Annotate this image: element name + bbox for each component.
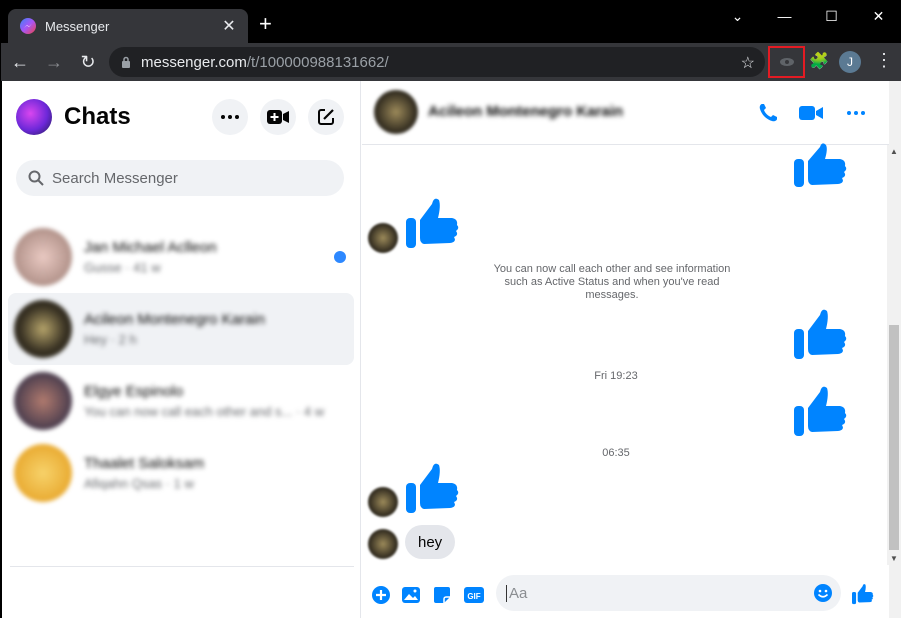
sent-like-icon xyxy=(794,309,847,359)
image-attach-icon[interactable] xyxy=(401,585,421,605)
chat-avatar xyxy=(14,300,72,358)
contact-avatar[interactable] xyxy=(374,90,418,134)
messenger-favicon-icon xyxy=(20,18,36,34)
chat-name: Thaalet Saloksam xyxy=(84,455,205,472)
new-message-button[interactable] xyxy=(308,99,344,135)
gif-icon[interactable]: GIF xyxy=(463,585,485,605)
reload-button[interactable]: ↻ xyxy=(73,47,103,77)
sent-like-icon xyxy=(794,143,847,187)
chat-list-item[interactable]: Acileon Montenegro Karain Hey · 2 h xyxy=(8,293,354,365)
conversation-panel: Acileon Montenegro Karain ▲ ▼ You can no… xyxy=(362,81,901,618)
lock-icon xyxy=(122,56,130,68)
video-call-icon[interactable] xyxy=(798,101,824,125)
received-like-icon xyxy=(406,198,459,248)
add-plus-icon[interactable] xyxy=(371,585,391,605)
chat-list-item[interactable]: Elgye Espinolo You can now call each oth… xyxy=(8,365,354,437)
scroll-up-arrow-icon[interactable]: ▲ xyxy=(890,147,898,156)
contact-name[interactable]: Acileon Montenegro Karain xyxy=(428,103,623,120)
chat-list-item[interactable]: Jan Michael Aclleon Gusse · 41 w xyxy=(8,221,354,293)
contact-message-avatar xyxy=(368,223,398,253)
search-icon xyxy=(28,170,44,186)
scrollbar-thumb[interactable] xyxy=(889,325,899,550)
more-dots-icon xyxy=(221,115,239,119)
search-input[interactable] xyxy=(52,169,312,187)
browser-toolbar: ← → ↻ messenger.com/t/100000988131662/ ☆ xyxy=(1,43,901,81)
sidebar-header: Chats xyxy=(16,99,131,135)
window-controls: ⌄ — ☐ ✕ xyxy=(714,1,901,31)
close-tab-icon[interactable]: ✕ xyxy=(220,16,238,36)
chat-name: Jan Michael Aclleon xyxy=(84,239,217,256)
eye-slash-icon xyxy=(779,58,794,66)
chat-sidebar: Chats Jan Michael Aclleon Gusse · 41 w xyxy=(2,81,361,618)
message-input[interactable] xyxy=(506,584,806,602)
emoji-icon[interactable] xyxy=(813,583,833,603)
sidebar-divider xyxy=(10,566,354,567)
contact-message-avatar xyxy=(368,529,398,559)
bookmark-star-icon[interactable]: ☆ xyxy=(741,53,755,73)
browser-menu-icon[interactable]: ⋮ xyxy=(875,51,893,69)
url-host: messenger.com xyxy=(141,53,247,71)
chat-preview: You can now call each other and s... · 4… xyxy=(84,404,325,419)
send-like-button[interactable] xyxy=(852,583,874,605)
url-path: /t/100000988131662/ xyxy=(246,53,389,71)
chat-preview: Gusse · 41 w xyxy=(84,260,161,275)
conversation-header: Acileon Montenegro Karain xyxy=(362,81,889,145)
phone-call-icon[interactable] xyxy=(756,101,780,125)
chat-avatar xyxy=(14,372,72,430)
back-button[interactable]: ← xyxy=(5,47,35,77)
compose-icon xyxy=(318,109,334,125)
received-message-bubble[interactable]: hey xyxy=(405,525,456,559)
messages-scrollbar[interactable]: ▲ ▼ xyxy=(887,145,901,565)
sticker-icon[interactable] xyxy=(432,585,452,605)
chat-preview: Hey · 2 h xyxy=(84,332,137,347)
new-tab-button[interactable]: + xyxy=(259,13,272,35)
tab-search-icon[interactable]: ⌄ xyxy=(714,1,761,31)
video-plus-icon xyxy=(267,110,289,124)
profile-avatar[interactable]: J xyxy=(839,51,861,73)
chats-title: Chats xyxy=(64,103,131,130)
conversation-info-icon[interactable] xyxy=(844,101,868,125)
scroll-down-arrow-icon[interactable]: ▼ xyxy=(890,554,898,563)
timestamp: Fri 19:23 xyxy=(594,370,638,382)
unread-dot xyxy=(334,251,346,263)
search-field[interactable] xyxy=(16,160,344,196)
chat-name: Elgye Espinolo xyxy=(84,383,184,400)
timestamp: 06:35 xyxy=(602,447,630,459)
new-room-button[interactable] xyxy=(260,99,296,135)
chat-preview: Afiqahn Qsas · 1 w xyxy=(84,476,194,491)
browser-tab[interactable]: Messenger ✕ xyxy=(8,9,248,43)
svg-text:GIF: GIF xyxy=(467,592,480,601)
extensions-puzzle-icon[interactable]: 🧩 xyxy=(809,51,829,71)
close-window-button[interactable]: ✕ xyxy=(855,1,901,31)
chat-avatar xyxy=(14,228,72,286)
my-avatar[interactable] xyxy=(16,99,52,135)
tab-strip: Messenger ✕ + ⌄ — ☐ ✕ xyxy=(1,1,901,43)
extension-eye-button[interactable] xyxy=(768,46,805,78)
browser-window: Messenger ✕ + ⌄ — ☐ ✕ ← → ↻ messenger.co… xyxy=(0,0,901,618)
options-button[interactable] xyxy=(212,99,248,135)
maximize-button[interactable]: ☐ xyxy=(808,1,855,31)
received-like-icon xyxy=(406,463,459,513)
chat-list-item[interactable]: Thaalet Saloksam Afiqahn Qsas · 1 w xyxy=(8,437,354,509)
address-bar[interactable]: messenger.com/t/100000988131662/ ☆ xyxy=(109,47,765,77)
forward-button[interactable]: → xyxy=(39,47,69,77)
system-message: You can now call each other and see info… xyxy=(493,263,731,301)
chat-avatar xyxy=(14,444,72,502)
message-input-field[interactable] xyxy=(496,575,841,611)
minimize-button[interactable]: — xyxy=(761,1,808,31)
messenger-page: Chats Jan Michael Aclleon Gusse · 41 w xyxy=(2,81,901,618)
chat-name: Acileon Montenegro Karain xyxy=(84,311,265,328)
contact-message-avatar xyxy=(368,487,398,517)
message-composer: GIF xyxy=(362,573,889,618)
tab-title: Messenger xyxy=(45,18,110,34)
sent-like-icon xyxy=(794,386,847,436)
